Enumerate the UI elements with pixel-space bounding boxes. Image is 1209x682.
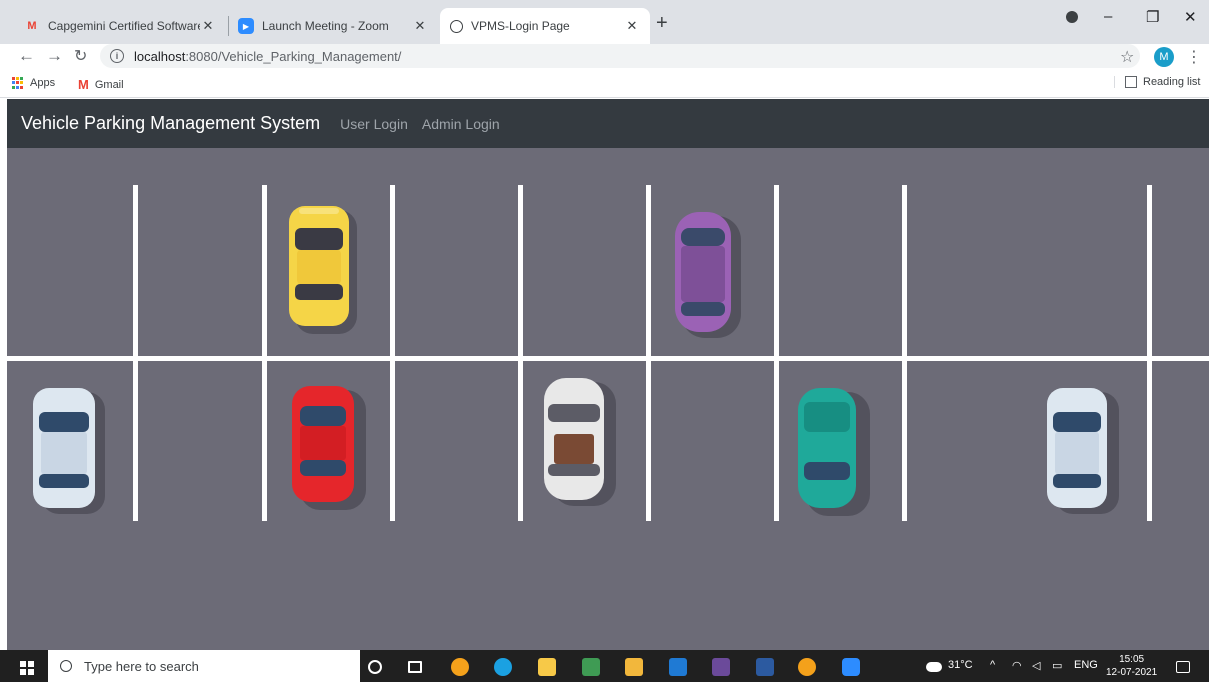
window-close-icon[interactable]: ✕ (1184, 8, 1197, 26)
close-icon[interactable]: ✕ (200, 18, 216, 34)
minimize-icon[interactable]: – (1104, 8, 1112, 25)
reading-list-button[interactable]: Reading list (1114, 76, 1200, 88)
profile-avatar[interactable]: M (1154, 47, 1174, 67)
windows-taskbar: Type here to search 31°C ^ ◠ ◁ ▭ ENG 15:… (0, 650, 1209, 682)
page-left-gutter (0, 99, 7, 650)
spreadsheet-app-icon[interactable] (582, 658, 600, 676)
wifi-icon[interactable]: ◠ (1012, 659, 1022, 672)
volume-icon[interactable]: ◁ (1032, 659, 1040, 672)
url-path: :8080/Vehicle_Parking_Management/ (185, 48, 402, 64)
search-icon (60, 660, 72, 672)
restore-icon[interactable]: ❐ (1146, 8, 1159, 26)
bookmark-star-icon[interactable]: ☆ (1120, 47, 1134, 67)
parking-lot-illustration (7, 148, 1209, 650)
navbar-brand[interactable]: Vehicle Parking Management System (21, 113, 320, 134)
bookmark-label: Apps (30, 77, 56, 89)
parking-lot-svg (7, 185, 1209, 521)
bookmark-gmail[interactable]: M Gmail (78, 77, 124, 92)
close-icon[interactable]: ✕ (624, 18, 640, 34)
reload-icon[interactable]: ↻ (74, 46, 87, 66)
tab-title: Launch Meeting - Zoom (262, 19, 389, 33)
site-info-icon[interactable]: i (110, 49, 124, 63)
file-explorer-icon[interactable] (625, 658, 643, 676)
profile-dot-icon[interactable] (1066, 11, 1078, 23)
zoom-taskbar-icon[interactable] (842, 658, 860, 676)
vscode-icon[interactable] (756, 658, 774, 676)
url-host: localhost (134, 48, 186, 64)
weather-temp[interactable]: 31°C (948, 659, 973, 671)
chrome-active-icon[interactable] (798, 658, 816, 676)
app-navbar: Vehicle Parking Management System User L… (7, 99, 1209, 148)
edge-icon[interactable] (494, 658, 512, 676)
back-arrow-icon[interactable]: ← (18, 46, 35, 66)
car-white-convertible-icon (544, 378, 616, 506)
car-yellow-icon (289, 206, 357, 334)
new-tab-button[interactable]: + (656, 12, 668, 35)
store-icon[interactable] (538, 658, 556, 676)
nav-link-user-login[interactable]: User Login (340, 116, 408, 132)
top-stall-lines (133, 185, 1152, 356)
reading-list-label: Reading list (1143, 76, 1201, 88)
tab-capgemini[interactable]: M Capgemini Certified Software De ✕ (14, 8, 226, 44)
bookmark-apps[interactable]: Apps (12, 77, 55, 89)
address-bar[interactable]: i localhost:8080/Vehicle_Parking_Managem… (100, 44, 1140, 68)
tab-title: Capgemini Certified Software De (48, 19, 200, 33)
gmail-icon: M (27, 20, 37, 32)
task-view-icon[interactable] (408, 661, 422, 673)
battery-icon[interactable]: ▭ (1052, 659, 1062, 672)
tab-title: VPMS-Login Page (471, 19, 570, 33)
chrome-icon[interactable] (451, 658, 469, 676)
browser-tab-strip: M Capgemini Certified Software De ✕ ▶ La… (0, 0, 1209, 44)
weather-cloud-icon[interactable] (926, 662, 942, 672)
close-icon[interactable]: ✕ (412, 18, 428, 34)
lane-divider-line (7, 356, 1209, 361)
reading-list-icon (1125, 76, 1137, 88)
clock-date: 12-07-2021 (1106, 667, 1158, 678)
browser-toolbar: ← → ↻ i localhost:8080/Vehicle_Parking_M… (0, 44, 1209, 72)
apps-grid-icon (12, 77, 24, 89)
taskbar-search-box[interactable]: Type here to search (48, 650, 360, 682)
eclipse-icon[interactable] (712, 658, 730, 676)
mail-icon[interactable] (669, 658, 687, 676)
bottom-stall-lines (133, 361, 1152, 521)
search-placeholder: Type here to search (84, 658, 199, 674)
car-lightblue-icon (33, 388, 105, 514)
language-indicator[interactable]: ENG (1074, 659, 1098, 671)
notification-icon[interactable] (1176, 661, 1190, 673)
taskbar-clock[interactable]: 15:05 12-07-2021 (1106, 653, 1157, 679)
tab-vpms-login[interactable]: VPMS-Login Page ✕ (440, 8, 650, 44)
windows-start-icon[interactable] (20, 661, 34, 675)
bookmarks-bar: Apps M Gmail Reading list (0, 72, 1209, 98)
gmail-icon: M (78, 77, 89, 92)
cortana-icon[interactable] (368, 660, 382, 674)
car-lightblue-right-icon (1047, 388, 1119, 514)
tab-zoom[interactable]: ▶ Launch Meeting - Zoom ✕ (228, 8, 438, 44)
bookmark-label: Gmail (94, 78, 124, 91)
car-teal-icon (798, 388, 870, 516)
tray-chevron-up-icon[interactable]: ^ (990, 659, 995, 671)
globe-icon (450, 19, 463, 33)
car-red-icon (292, 386, 366, 510)
clock-time: 15:05 (1119, 654, 1145, 665)
browser-menu-icon[interactable]: ⋮ (1186, 47, 1202, 67)
car-purple-icon (675, 212, 741, 338)
forward-arrow-icon[interactable]: → (46, 46, 63, 66)
nav-link-admin-login[interactable]: Admin Login (422, 116, 500, 132)
zoom-icon: ▶ (238, 18, 254, 34)
